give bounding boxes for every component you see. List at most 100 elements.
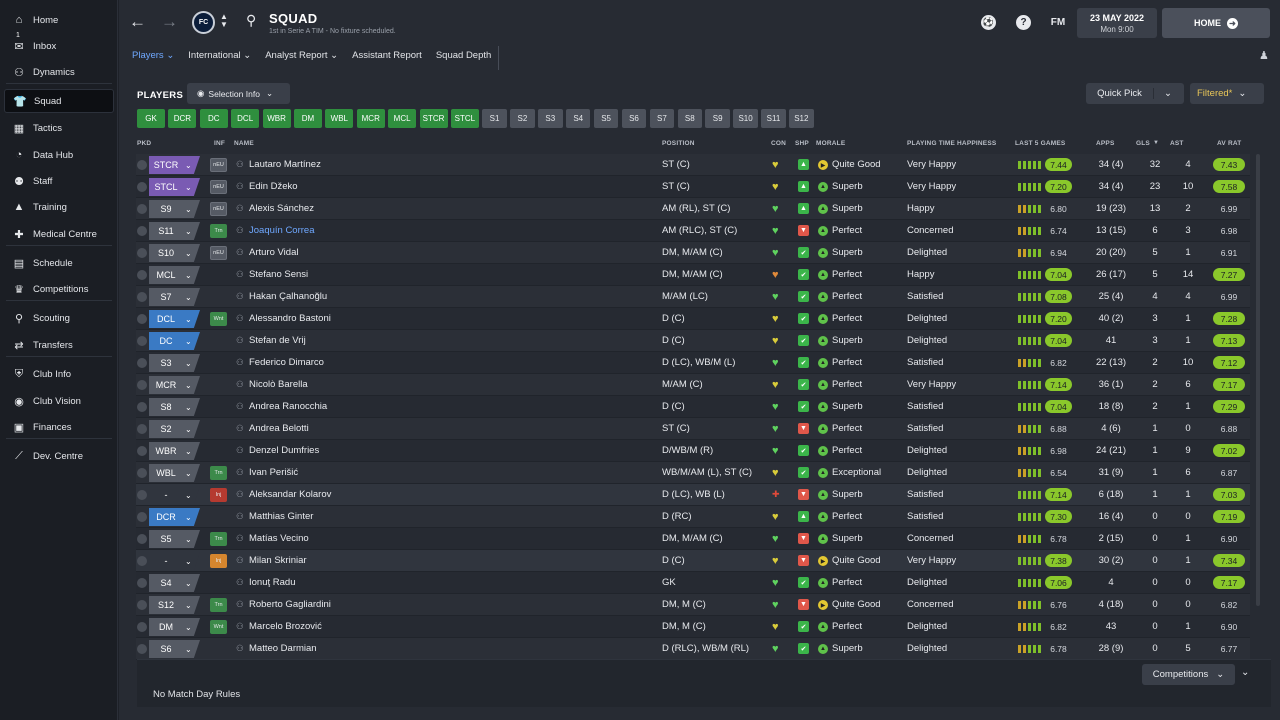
pick-checkbox[interactable]: [137, 160, 147, 170]
position-button-dcr[interactable]: DCR: [168, 109, 197, 128]
role-selector[interactable]: S12 ⌄: [149, 596, 200, 614]
table-row[interactable]: S11 ⌄ Trn ⚇ Joaquín Correa AM (RLC), ST (C) ♥ ▼…: [136, 220, 1250, 242]
role-selector[interactable]: S2 ⌄: [149, 420, 200, 438]
pick-checkbox[interactable]: [137, 182, 147, 192]
back-arrow-icon[interactable]: ←: [129, 12, 146, 32]
football-icon[interactable]: ⚽: [981, 15, 996, 30]
table-row[interactable]: S9 ⌄ nEU ⚇ Alexis Sánchez AM (RL), ST (C) ♥ ▲ ▲ S…: [136, 198, 1250, 220]
pick-checkbox[interactable]: [137, 204, 147, 214]
sidebar-item-home[interactable]: ⌂ Home: [4, 8, 114, 32]
col-apps[interactable]: APPS: [1096, 140, 1115, 147]
pick-checkbox[interactable]: [137, 578, 147, 588]
sidebar-item-competitions[interactable]: ♛ Competitions: [4, 277, 114, 301]
position-button-dm[interactable]: DM: [293, 109, 322, 128]
sidebar-item-transfers[interactable]: ⇄ Transfers: [4, 333, 114, 357]
col-pkd[interactable]: PKD: [137, 140, 151, 147]
table-scrollbar[interactable]: [1256, 154, 1260, 606]
search-icon[interactable]: ⚲: [246, 12, 256, 29]
position-button-s7[interactable]: S7: [649, 109, 675, 128]
pick-checkbox[interactable]: [137, 402, 147, 412]
col-last-5-games[interactable]: LAST 5 GAMES: [1015, 140, 1065, 147]
col-sharpness[interactable]: SHP: [795, 140, 809, 147]
position-button-gk[interactable]: GK: [137, 109, 165, 128]
role-selector[interactable]: S7 ⌄: [149, 288, 200, 306]
col-inf[interactable]: INF: [214, 140, 225, 147]
table-row[interactable]: MCL ⌄ ⚇ Stefano Sensi DM, M/AM (C) ♥ ✔ ▲ Perfect…: [136, 264, 1250, 286]
player-name[interactable]: Aleksandar Kolarov: [249, 489, 331, 500]
table-row[interactable]: DCR ⌄ ⚇ Matthias Ginter D (RC) ♥ ▲ ▲ Perfect Sati…: [136, 506, 1250, 528]
sidebar-item-club-info[interactable]: ⛨ Club Info: [4, 362, 114, 386]
player-name[interactable]: Nicolò Barella: [249, 379, 308, 390]
pick-checkbox[interactable]: [137, 556, 147, 566]
role-selector[interactable]: S11 ⌄: [149, 222, 200, 240]
role-selector[interactable]: DC ⌄: [149, 332, 200, 350]
position-button-s10[interactable]: S10: [733, 109, 758, 128]
table-row[interactable]: S7 ⌄ ⚇ Hakan Çalhanoğlu M/AM (LC) ♥ ✔ ▲ Perfect S…: [136, 286, 1250, 308]
table-row[interactable]: S2 ⌄ ⚇ Andrea Belotti ST (C) ♥ ▼ ▲ Perfect Satisf…: [136, 418, 1250, 440]
table-row[interactable]: WBL ⌄ Trn ⚇ Ivan Perišić WB/M/AM (L), ST (C) ♥…: [136, 462, 1250, 484]
player-name[interactable]: Stefano Sensi: [249, 269, 308, 280]
position-button-wbl[interactable]: WBL: [325, 109, 354, 128]
role-selector[interactable]: STCL ⌄: [149, 178, 200, 196]
table-row[interactable]: STCL ⌄ nEU ⚇ Edin Džeko ST (C) ♥ ▲ ▲ Superb Very H…: [136, 176, 1250, 198]
pick-checkbox[interactable]: [137, 226, 147, 236]
tab-squad-depth[interactable]: Squad Depth: [429, 46, 498, 70]
pick-checkbox[interactable]: [137, 336, 147, 346]
pick-checkbox[interactable]: [137, 270, 147, 280]
position-button-s2[interactable]: S2: [510, 109, 535, 128]
position-button-s5[interactable]: S5: [593, 109, 619, 128]
pick-checkbox[interactable]: [137, 248, 147, 258]
player-name[interactable]: Andrea Ranocchia: [249, 401, 327, 412]
player-name[interactable]: Ionuţ Radu: [249, 577, 295, 588]
sidebar-item-tactics[interactable]: ▦ Tactics: [4, 116, 114, 140]
player-name[interactable]: Roberto Gagliardini: [249, 599, 331, 610]
position-button-mcl[interactable]: MCL: [388, 109, 417, 128]
role-selector[interactable]: - ⌄: [149, 486, 200, 504]
tab-analyst-report[interactable]: Analyst Report ⌄: [258, 46, 345, 70]
table-row[interactable]: DCL ⌄ Wnt ⚇ Alessandro Bastoni D (C) ♥ ✔ ▲ Perfec…: [136, 308, 1250, 330]
role-selector[interactable]: STCR ⌄: [149, 156, 200, 174]
position-button-s4[interactable]: S4: [565, 109, 591, 128]
sidebar-item-squad[interactable]: 👕 Squad: [4, 89, 114, 113]
col-position[interactable]: POSITION: [662, 140, 695, 147]
position-button-dcl[interactable]: DCL: [231, 109, 260, 128]
pick-checkbox[interactable]: [137, 622, 147, 632]
tab-international[interactable]: International ⌄: [181, 46, 258, 70]
player-name[interactable]: Arturo Vidal: [249, 247, 298, 258]
fm-logo[interactable]: FM: [1047, 15, 1069, 30]
tab-assistant-report[interactable]: Assistant Report: [345, 46, 429, 70]
table-row[interactable]: S4 ⌄ ⚇ Ionuţ Radu GK ♥ ✔ ▲ Perfect Delighted 7.06 4…: [136, 572, 1250, 594]
club-badge[interactable]: FC: [192, 11, 215, 34]
role-selector[interactable]: S9 ⌄: [149, 200, 200, 218]
role-selector[interactable]: S5 ⌄: [149, 530, 200, 548]
position-button-s9[interactable]: S9: [705, 109, 730, 128]
selection-info-dropdown[interactable]: ◉ Selection Info ⌄: [187, 83, 290, 104]
competitions-dropdown[interactable]: Competitions ⌄: [1142, 664, 1235, 685]
position-button-s6[interactable]: S6: [621, 109, 647, 128]
col-morale[interactable]: MORALE: [816, 140, 845, 147]
col-playing-time-happiness[interactable]: PLAYING TIME HAPPINESS: [907, 140, 996, 147]
table-row[interactable]: DM ⌄ Wnt ⚇ Marcelo Brozović DM, M (C) ♥ ✔ ▲ Perfe…: [136, 616, 1250, 638]
table-row[interactable]: WBR ⌄ ⚇ Denzel Dumfries D/WB/M (R) ♥ ✔ ▲ Perfect…: [136, 440, 1250, 462]
player-name[interactable]: Edin Džeko: [249, 181, 298, 192]
table-row[interactable]: S3 ⌄ ⚇ Federico Dimarco D (LC), WB/M (L) ♥ ✔ ▲ P…: [136, 352, 1250, 374]
sidebar-item-staff[interactable]: ⚉ Staff: [4, 169, 114, 193]
position-button-s1[interactable]: S1: [482, 109, 507, 128]
player-name[interactable]: Alexis Sánchez: [249, 203, 314, 214]
sidebar-item-medical-centre[interactable]: ✚ Medical Centre: [4, 222, 114, 246]
pick-checkbox[interactable]: [137, 358, 147, 368]
club-switch-icon[interactable]: ▲ ▼: [220, 13, 228, 29]
tab-players[interactable]: Players ⌄: [125, 46, 181, 70]
quick-pick-dropdown[interactable]: Quick Pick ⌄: [1086, 83, 1184, 104]
sidebar-item-training[interactable]: ▲ Training: [4, 195, 114, 219]
table-row[interactable]: DC ⌄ ⚇ Stefan de Vrij D (C) ♥ ✔ ▲ Superb Delighte…: [136, 330, 1250, 352]
role-selector[interactable]: S3 ⌄: [149, 354, 200, 372]
player-name[interactable]: Stefan de Vrij: [249, 335, 306, 346]
pick-checkbox[interactable]: [137, 380, 147, 390]
role-selector[interactable]: DCL ⌄: [149, 310, 200, 328]
pick-checkbox[interactable]: [137, 512, 147, 522]
person-settings-icon[interactable]: ♟: [1259, 49, 1269, 62]
filter-dropdown[interactable]: Filtered* ⌄: [1190, 83, 1264, 104]
player-name[interactable]: Alessandro Bastoni: [249, 313, 331, 324]
table-row[interactable]: S10 ⌄ nEU ⚇ Arturo Vidal DM, M/AM (C) ♥ ✔ ▲ Super…: [136, 242, 1250, 264]
